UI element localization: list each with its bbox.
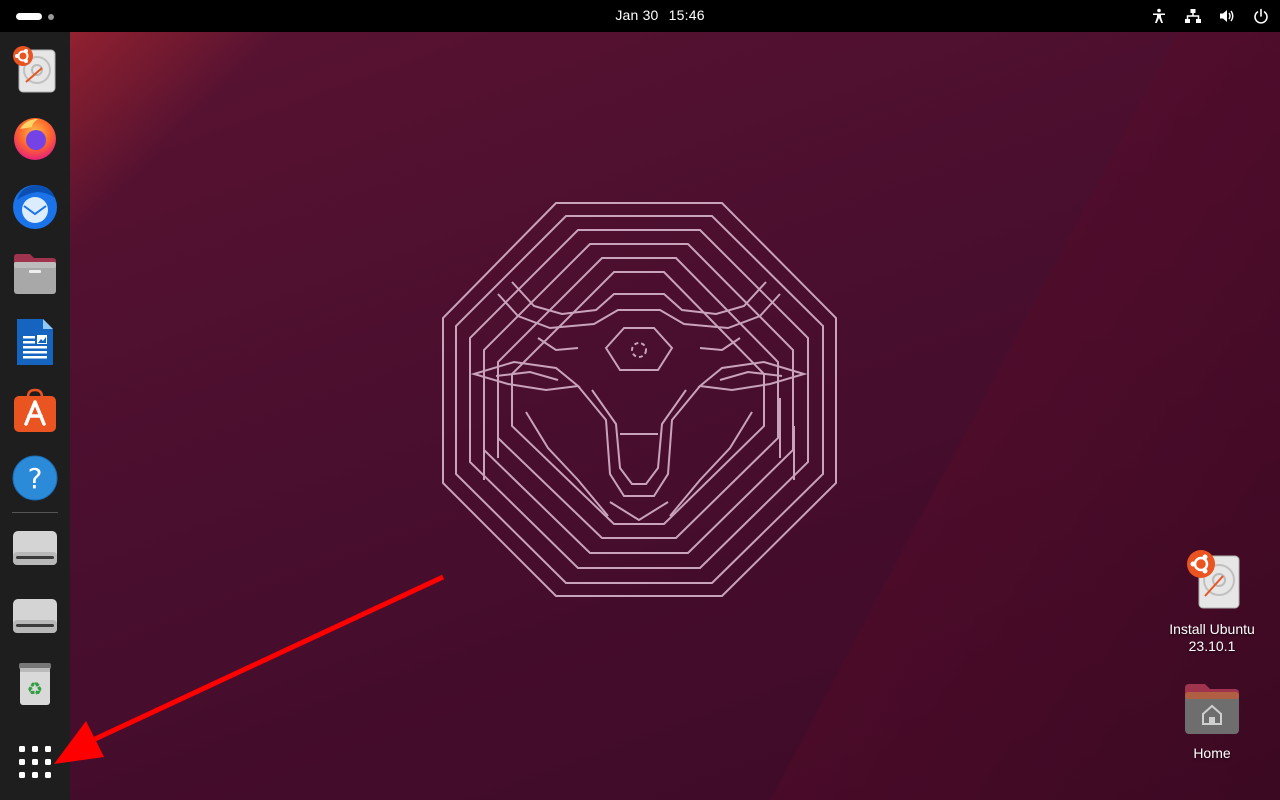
network-icon[interactable]	[1184, 7, 1202, 25]
home-folder-icon	[1185, 684, 1239, 734]
writer-icon	[17, 319, 53, 365]
accessibility-icon[interactable]	[1150, 7, 1168, 25]
dock-help[interactable]: ?	[9, 452, 61, 504]
dock-firefox[interactable]	[9, 112, 61, 164]
clock[interactable]: Jan 30 15:46	[560, 7, 760, 23]
drive-icon	[13, 599, 57, 633]
dock-libreoffice-writer[interactable]	[9, 316, 61, 368]
installer-icon	[1187, 550, 1240, 609]
workspace-active-pill	[16, 13, 42, 20]
dock-drive-1[interactable]	[9, 522, 61, 574]
wallpaper-maze-logo	[442, 202, 837, 597]
help-icon: ?	[12, 455, 58, 501]
thunderbird-icon	[13, 185, 57, 229]
svg-text:?: ?	[28, 462, 43, 495]
workspace-dot	[48, 14, 54, 20]
clock-date: Jan 30	[615, 7, 659, 23]
grid-icon	[19, 746, 51, 778]
dock: ? ♻	[0, 32, 70, 800]
firefox-icon	[14, 118, 56, 160]
svg-text:♻: ♻	[27, 679, 43, 700]
top-bar: Jan 30 15:46	[0, 0, 1280, 32]
system-tray[interactable]	[1150, 6, 1270, 26]
dock-drive-2[interactable]	[9, 590, 61, 642]
desktop-home-folder[interactable]: Home	[1162, 682, 1262, 762]
desktop-icon-label: Install Ubuntu 23.10.1	[1162, 621, 1262, 655]
dock-thunderbird[interactable]	[9, 180, 61, 232]
install-label-line2: 23.10.1	[1188, 638, 1236, 654]
drive-icon	[13, 531, 57, 565]
desktop-icon-label: Home	[1193, 745, 1231, 761]
volume-icon[interactable]	[1218, 7, 1236, 25]
clock-time: 15:46	[668, 7, 705, 23]
desktop-install-ubuntu[interactable]: Install Ubuntu 23.10.1	[1162, 548, 1262, 655]
dock-app-center[interactable]	[9, 384, 61, 436]
files-icon	[14, 254, 56, 294]
app-center-icon	[14, 388, 56, 432]
power-icon[interactable]	[1252, 7, 1270, 25]
trash-icon: ♻	[19, 663, 51, 705]
dock-separator	[12, 512, 58, 513]
install-label-line1: Install Ubuntu	[1169, 621, 1255, 637]
dock-trash[interactable]: ♻	[9, 658, 61, 710]
dock-install-ubuntu[interactable]	[9, 44, 61, 96]
activities-indicator[interactable]	[12, 8, 58, 24]
installer-icon	[13, 46, 56, 93]
dock-files[interactable]	[9, 248, 61, 300]
show-apps-button[interactable]	[9, 736, 61, 788]
